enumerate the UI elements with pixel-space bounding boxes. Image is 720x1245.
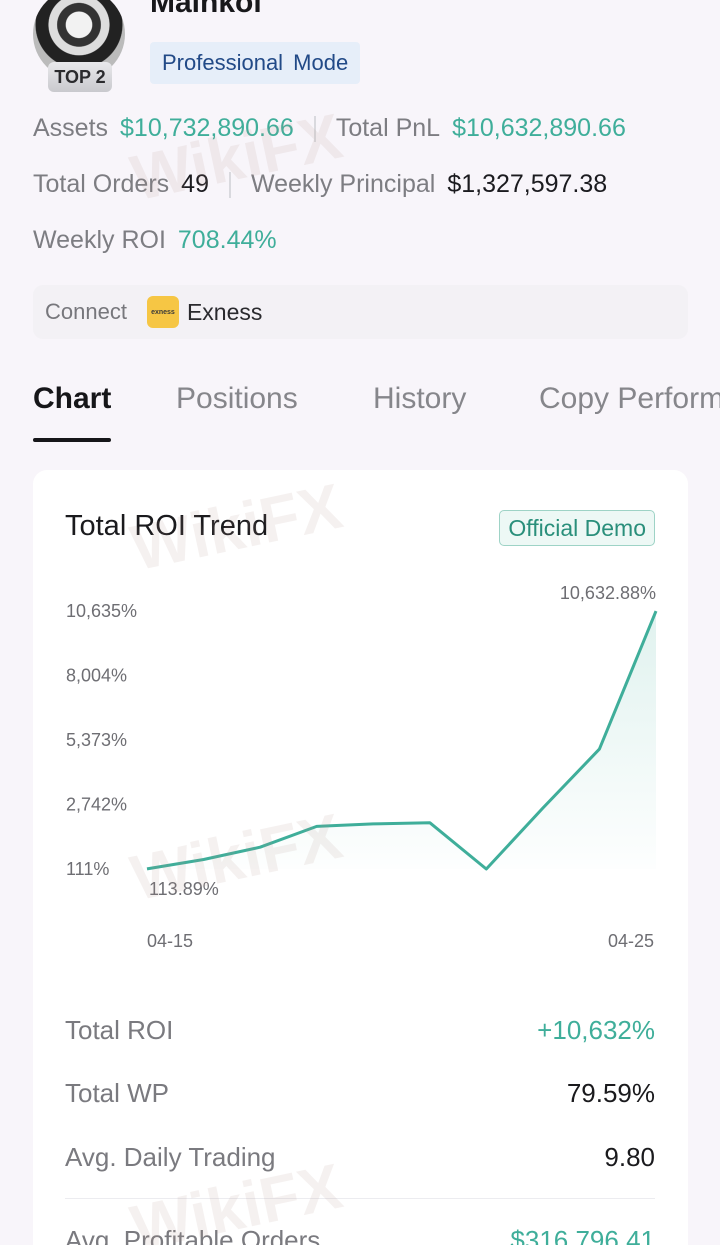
active-tab-indicator xyxy=(33,438,111,442)
total-pnl-value: $10,632,890.66 xyxy=(452,114,626,142)
trader-profile-header: TOP 2 Mainkoi Professional Mode xyxy=(0,0,720,100)
assets-value: $10,732,890.66 xyxy=(120,114,294,142)
metric-label: Total ROI xyxy=(65,1015,174,1045)
y-tick-label: 111% xyxy=(66,859,109,879)
roi-trend-chart[interactable]: 10,635% 8,004% 5,373% 2,742% 111% 04-15 04-25 1… xyxy=(33,570,688,970)
assets-label: Assets xyxy=(33,114,109,142)
total-orders-value: 49 xyxy=(181,170,209,198)
rank-badge: TOP 2 xyxy=(48,62,112,92)
metric-value: 79.59% xyxy=(566,1078,655,1108)
tab-history[interactable]: History xyxy=(373,382,466,416)
total-orders-label: Total Orders xyxy=(33,170,170,198)
card-title: Total ROI Trend xyxy=(65,510,269,542)
weekly-roi-label: Weekly ROI xyxy=(33,226,166,254)
metric-label: Total WP xyxy=(65,1078,170,1108)
broker-connect-bar[interactable]: Connect exness Exness xyxy=(33,285,688,339)
exness-logo-icon: exness xyxy=(146,296,179,328)
metric-label: Avg. Daily Trading xyxy=(65,1142,276,1172)
tab-copy-performance[interactable]: Copy Perform xyxy=(539,382,720,416)
tab-bar: Chart Positions History Copy Perform xyxy=(33,376,720,446)
metric-row-total-roi: Total ROI +10,632% xyxy=(65,1015,655,1046)
broker-name: Exness xyxy=(186,298,263,325)
metric-row-avg-daily-trading: Avg. Daily Trading 9.80 xyxy=(65,1142,655,1173)
y-tick-label: 5,373% xyxy=(66,730,127,750)
x-tick-label: 04-15 xyxy=(147,931,193,951)
connect-label: Connect xyxy=(45,299,127,324)
metric-value: +10,632% xyxy=(537,1015,655,1045)
weekly-roi-value: 708.44% xyxy=(177,226,277,254)
metric-value: 9.80 xyxy=(604,1142,655,1172)
trader-name: Mainkoi xyxy=(150,0,262,19)
metric-label: Avg. Profitable Orders xyxy=(65,1225,321,1245)
stat-divider xyxy=(228,171,231,198)
metric-row-avg-profitable-orders: Avg. Profitable Orders $316,796.41 xyxy=(65,1225,655,1245)
x-tick-label: 04-25 xyxy=(608,931,654,951)
metric-row-total-wp: Total WP 79.59% xyxy=(65,1078,655,1109)
metrics-divider xyxy=(65,1198,655,1199)
stats-row-assets: Assets $10,732,890.66 Total PnL $10,632,… xyxy=(33,114,626,143)
end-value-label: 10,632.88% xyxy=(560,583,656,603)
stats-row-roi: Weekly ROI 708.44% xyxy=(33,226,277,255)
y-tick-label: 2,742% xyxy=(66,795,127,815)
roi-trend-card: Total ROI Trend Official Demo 10,635% 8,0… xyxy=(33,470,688,1245)
start-value-label: 113.89% xyxy=(149,879,219,899)
total-pnl-label: Total PnL xyxy=(335,114,441,142)
tab-chart[interactable]: Chart xyxy=(33,382,111,416)
y-tick-label: 8,004% xyxy=(66,666,127,686)
mode-tag: Professional Mode xyxy=(150,42,361,84)
stats-row-orders: Total Orders 49 Weekly Principal $1,327,… xyxy=(33,170,607,199)
tab-positions[interactable]: Positions xyxy=(176,382,298,416)
weekly-principal-label: Weekly Principal xyxy=(250,170,436,198)
y-tick-label: 10,635% xyxy=(66,601,137,621)
roi-area-fill xyxy=(147,611,656,869)
weekly-principal-value: $1,327,597.38 xyxy=(447,170,608,198)
metric-value: $316,796.41 xyxy=(510,1225,655,1245)
stat-divider xyxy=(313,115,316,142)
official-demo-badge: Official Demo xyxy=(499,510,655,546)
